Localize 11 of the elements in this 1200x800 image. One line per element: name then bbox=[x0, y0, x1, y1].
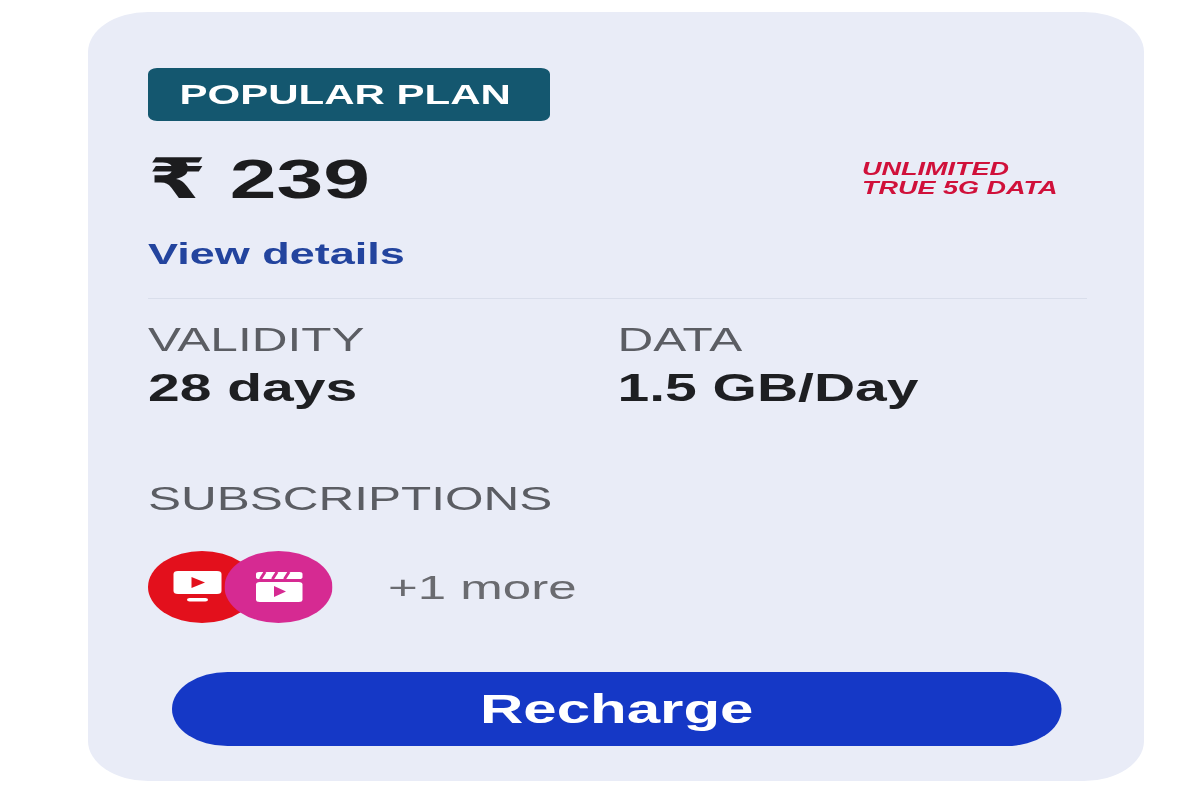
plan-price: ₹ 239 bbox=[148, 147, 370, 212]
view-details-link[interactable]: View details bbox=[148, 237, 405, 272]
recharge-button[interactable]: Recharge bbox=[172, 672, 1062, 747]
data-offer-text: UNLIMITED TRUE 5G DATA bbox=[862, 160, 1059, 199]
section-heading: SUBSCRIPTIONS bbox=[148, 479, 553, 518]
more-count-text: +1 more bbox=[388, 567, 577, 607]
benefit-value: 28 days bbox=[148, 366, 359, 411]
plan-tag: POPULAR PLAN bbox=[148, 68, 550, 121]
benefit-label: VALIDITY bbox=[148, 320, 366, 359]
benefit-value: 1.5 GB/Day bbox=[617, 366, 920, 411]
benefit-label: DATA bbox=[617, 320, 744, 359]
